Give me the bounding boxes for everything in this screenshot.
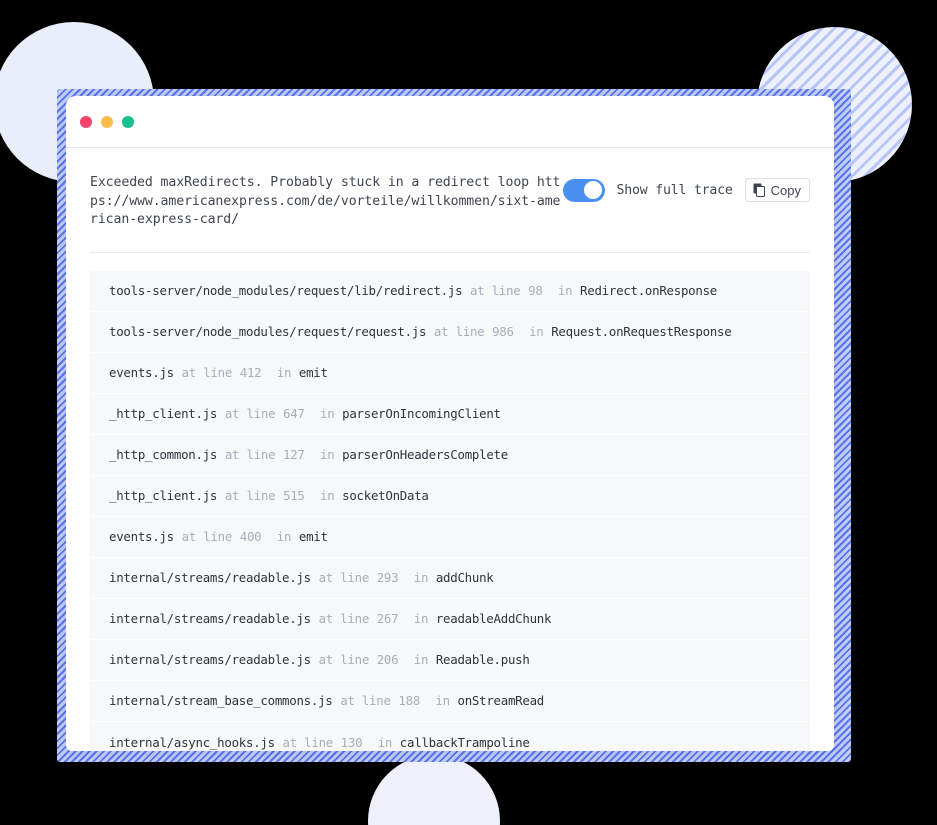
trace-row-file: internal/stream_base_commons.js	[109, 693, 333, 709]
copy-button-label: Copy	[770, 182, 801, 198]
trace-row[interactable]: internal/stream_base_commons.js at line 18…	[90, 681, 810, 722]
trace-row[interactable]: internal/streams/readable.js at line 206 in…	[90, 640, 810, 681]
trace-row-line-number: 293	[376, 570, 399, 586]
trace-row-in-label: in	[276, 365, 292, 381]
window-content: Exceeded maxRedirects. Probably stuck in…	[66, 148, 834, 751]
trace-row-in-label: in	[529, 324, 544, 340]
trace-row-line-number: 206	[376, 652, 399, 668]
trace-row-in-label: in	[320, 488, 335, 504]
trace-row[interactable]: events.js at line 412 in emit	[90, 353, 810, 394]
stack-trace-list[interactable]: tools-server/node_modules/request/lib/re…	[90, 270, 810, 751]
trace-row-at-label: at line	[282, 734, 334, 750]
trace-row-function: Redirect.onResponse	[580, 283, 718, 299]
trace-row-line-number: 188	[398, 693, 420, 709]
close-window-icon[interactable]	[80, 115, 92, 128]
trace-row-in-label: in	[413, 570, 429, 586]
trace-row[interactable]: events.js at line 400 in emit	[90, 517, 810, 558]
trace-row-line-number: 267	[376, 611, 399, 627]
trace-row-file: tools-server/node_modules/request/reques…	[109, 324, 427, 340]
trace-row-line-number: 986	[492, 324, 514, 340]
trace-row-function: Request.onRequestResponse	[551, 324, 732, 340]
trace-row-at-label: at line	[318, 611, 370, 627]
trace-row-file: internal/streams/readable.js	[109, 611, 311, 627]
trace-row-function: socketOnData	[342, 488, 429, 504]
copy-icon	[753, 183, 765, 197]
trace-row-line-number: 515	[283, 488, 305, 504]
error-message-text: Exceeded maxRedirects. Probably stuck in…	[90, 175, 561, 228]
show-full-trace-toggle[interactable]	[562, 178, 605, 202]
minimize-window-icon[interactable]	[101, 115, 113, 128]
trace-row-in-label: in	[320, 447, 335, 463]
trace-row[interactable]: internal/async_hooks.js at line 130 in callb…	[90, 722, 810, 751]
trace-row-function: Readable.push	[435, 652, 530, 668]
trace-row-in-label: in	[413, 652, 429, 668]
trace-row-at-label: at line	[340, 693, 391, 709]
window-titlebar	[66, 96, 834, 148]
trace-row-file: internal/streams/readable.js	[109, 570, 311, 586]
trace-row-at-label: at line	[181, 365, 233, 381]
trace-row-file: _http_client.js	[109, 406, 218, 422]
trace-row[interactable]: _http_common.js at line 127 in parserOnHeade…	[90, 435, 810, 476]
trace-row-line-number: 98	[528, 283, 543, 299]
screenshot-canvas: Exceeded maxRedirects. Probably stuck in…	[0, 0, 937, 825]
trace-row-line-number: 130	[340, 734, 363, 750]
trace-row[interactable]: internal/streams/readable.js at line 293 in…	[90, 558, 810, 599]
trace-row-file: tools-server/node_modules/request/lib/re…	[109, 283, 463, 299]
trace-row-file: _http_client.js	[109, 488, 218, 504]
trace-row-in-label: in	[276, 529, 292, 545]
trace-row-function: emit	[298, 365, 328, 381]
trace-row[interactable]: tools-server/node_modules/request/reques…	[90, 312, 810, 353]
trace-row-in-label: in	[557, 283, 573, 299]
trace-row-in-label: in	[435, 693, 450, 709]
trace-row-file: events.js	[109, 365, 174, 381]
trace-row-line-number: 412	[239, 365, 262, 381]
trace-row-in-label: in	[413, 611, 429, 627]
trace-row-file: internal/streams/readable.js	[109, 652, 311, 668]
copy-button[interactable]: Copy	[744, 178, 810, 202]
trace-row-function: parserOnIncomingClient	[342, 406, 501, 422]
trace-row-function: parserOnHeadersComplete	[342, 447, 508, 463]
trace-row-function: addChunk	[435, 570, 494, 586]
error-header-row: Exceeded maxRedirects. Probably stuck in…	[90, 174, 810, 253]
trace-row-at-label: at line	[318, 652, 370, 668]
trace-row[interactable]: internal/streams/readable.js at line 267 in…	[90, 599, 810, 640]
show-full-trace-label: Show full trace	[616, 182, 733, 198]
trace-row-file: internal/async_hooks.js	[109, 734, 275, 750]
trace-row-in-label: in	[320, 406, 335, 422]
trace-row-at-label: at line	[224, 447, 276, 463]
trace-row-at-label: at line	[318, 570, 370, 586]
trace-row[interactable]: _http_client.js at line 515 in socketOnData	[90, 476, 810, 517]
trace-row-function: readableAddChunk	[435, 611, 552, 627]
decorative-circle-bottom	[368, 755, 500, 825]
trace-row-at-label: at line	[433, 324, 485, 340]
trace-row-at-label: at line	[224, 406, 276, 422]
trace-row-in-label: in	[377, 734, 393, 750]
trace-row-file: _http_common.js	[109, 447, 218, 463]
trace-row-function: callbackTrampoline	[399, 734, 530, 750]
header-controls: Show full trace Copy	[562, 174, 810, 202]
trace-row-at-label: at line	[224, 488, 276, 504]
toggle-knob	[583, 181, 602, 199]
trace-row-line-number: 127	[283, 447, 305, 463]
trace-row-at-label: at line	[469, 283, 521, 299]
trace-row-function: onStreamRead	[457, 693, 545, 709]
trace-row-line-number: 647	[283, 406, 305, 422]
trace-row-file: events.js	[109, 529, 174, 545]
app-window: Exceeded maxRedirects. Probably stuck in…	[66, 96, 834, 751]
trace-row[interactable]: tools-server/node_modules/request/lib/re…	[90, 271, 810, 312]
maximize-window-icon[interactable]	[122, 115, 134, 128]
trace-row-line-number: 400	[239, 529, 262, 545]
trace-row[interactable]: _http_client.js at line 647 in parserOnIncom…	[90, 394, 810, 435]
trace-row-at-label: at line	[181, 529, 233, 545]
trace-row-function: emit	[298, 529, 328, 545]
